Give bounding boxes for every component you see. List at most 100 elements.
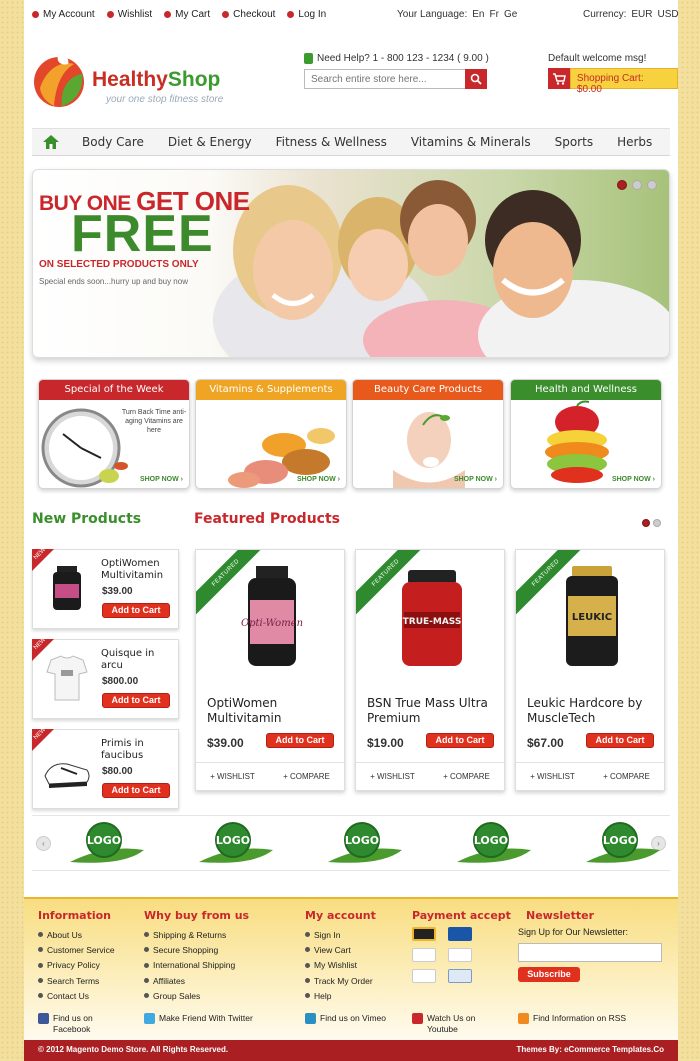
brand-logo[interactable]: LOGO (453, 820, 533, 868)
shop-now-link[interactable]: SHOP NOW › (612, 476, 655, 483)
logo-text[interactable]: HealthyShop (92, 68, 220, 92)
social-vimeo[interactable]: Find us on Vimeo (305, 1013, 386, 1024)
banner-pager (617, 180, 657, 190)
product-name[interactable]: OptiWomen Multivitamin (207, 696, 337, 726)
language-en[interactable]: En (472, 9, 484, 20)
social-rss[interactable]: Find Information on RSS (518, 1013, 626, 1024)
currency-eur[interactable]: EUR (631, 9, 652, 20)
my-account-link[interactable]: My Account (32, 9, 95, 20)
brand-logo[interactable]: LOGO (324, 820, 404, 868)
logo-icon[interactable] (32, 52, 86, 108)
pager-dot[interactable] (647, 180, 657, 190)
footer-link-label: Help (314, 990, 332, 1001)
brand-logo[interactable]: LOGO (195, 820, 275, 868)
my-cart-link[interactable]: My Cart (164, 9, 210, 20)
footer-link[interactable]: Help (305, 988, 376, 1003)
wishlist-link[interactable]: Wishlist (106, 9, 152, 20)
subscribe-button[interactable]: Subscribe (518, 967, 580, 982)
footer-link[interactable]: About Us (38, 927, 115, 942)
new-product-card[interactable]: NEW Primis in faucibus $80.00 Add to Car… (32, 727, 179, 809)
nav-fitness-wellness[interactable]: Fitness & Wellness (264, 135, 399, 149)
add-to-compare-link[interactable]: + COMPARE (283, 772, 330, 781)
footer-link[interactable]: Search Terms (38, 973, 115, 988)
shop-now-link[interactable]: SHOP NOW › (454, 476, 497, 483)
footer-link[interactable]: Customer Service (38, 942, 115, 957)
search-box (304, 69, 487, 89)
home-button[interactable] (32, 128, 70, 156)
pager-dot[interactable] (642, 519, 650, 527)
nav-sports[interactable]: Sports (543, 135, 605, 149)
brand-carousel: ‹ › LOGO LOGO LOGO LOGO LOGO (32, 815, 670, 871)
footer-link[interactable]: Contact Us (38, 988, 115, 1003)
product-name[interactable]: OptiWomen Multivitamin (101, 558, 171, 582)
add-to-cart-button[interactable]: Add to Cart (102, 603, 170, 618)
social-youtube[interactable]: Watch Us on Youtube (412, 1013, 475, 1035)
product-price: $67.00 (527, 736, 564, 750)
footer-link[interactable]: Group Sales (144, 988, 249, 1003)
social-twitter[interactable]: Make Friend With Twitter (144, 1013, 253, 1024)
footer-link[interactable]: Affiliates (144, 973, 249, 988)
footer-link[interactable]: International Shipping (144, 958, 249, 973)
featured-product-card[interactable]: FEATURED Opti-Women OptiWomen Multivitam… (195, 549, 345, 791)
promo-body (353, 400, 503, 488)
pager-dot[interactable] (632, 180, 642, 190)
footer-link-label: Affiliates (153, 975, 185, 986)
footer-link[interactable]: Privacy Policy (38, 958, 115, 973)
product-name[interactable]: BSN True Mass Ultra Premium (367, 696, 497, 726)
add-to-wishlist-link[interactable]: + WISHLIST (210, 772, 255, 781)
my-account-label: My Account (43, 9, 95, 20)
social-label-2: Facebook (53, 1024, 91, 1034)
search-input[interactable] (305, 70, 465, 88)
brand-logo[interactable]: LOGO (66, 820, 146, 868)
nav-diet-energy[interactable]: Diet & Energy (156, 135, 264, 149)
featured-product-card[interactable]: FEATURED LEUKIC Leukic Hardcore by Muscl… (515, 549, 665, 791)
language-ge[interactable]: Ge (504, 9, 517, 20)
credit-link[interactable]: Themes By: eCommerce Templates.Co (517, 1045, 664, 1054)
promo-beauty[interactable]: Beauty Care Products SHOP NOW › (352, 379, 504, 489)
pager-dot[interactable] (653, 519, 661, 527)
footer-link[interactable]: Shipping & Returns (144, 927, 249, 942)
shop-now-link[interactable]: SHOP NOW › (297, 476, 340, 483)
product-name[interactable]: Quisque in arcu (101, 648, 171, 672)
nav-body-care[interactable]: Body Care (70, 135, 156, 149)
footer-link[interactable]: My Wishlist (305, 958, 376, 973)
add-to-wishlist-link[interactable]: + WISHLIST (530, 772, 575, 781)
chevron-right-icon: › (652, 476, 655, 483)
footer-link[interactable]: Sign In (305, 927, 376, 942)
add-to-cart-button[interactable]: Add to Cart (266, 733, 334, 748)
new-product-card[interactable]: NEW OptiWomen Multivitamin $39.00 Add to… (32, 547, 179, 629)
nav-vitamins-minerals[interactable]: Vitamins & Minerals (399, 135, 543, 149)
footer-link[interactable]: Track My Order (305, 973, 376, 988)
add-to-cart-button[interactable]: Add to Cart (586, 733, 654, 748)
carousel-prev-button[interactable]: ‹ (36, 836, 51, 851)
cart-widget[interactable]: Shopping Cart: $0.00 (548, 68, 678, 95)
language-fr[interactable]: Fr (490, 9, 499, 20)
nav-herbs[interactable]: Herbs (605, 135, 664, 149)
hero-banner[interactable]: BUY ONE GET ONE FREE ON SELECTED PRODUCT… (32, 169, 670, 358)
add-to-wishlist-link[interactable]: + WISHLIST (370, 772, 415, 781)
promo-special-week[interactable]: Special of the Week Turn Back Time anti-… (38, 379, 190, 489)
add-to-compare-link[interactable]: + COMPARE (443, 772, 490, 781)
newsletter-email-input[interactable] (518, 943, 662, 962)
new-product-card[interactable]: NEW Quisque in arcu $800.00 Add to Cart (32, 637, 179, 719)
login-link[interactable]: Log In (287, 9, 326, 20)
add-to-cart-button[interactable]: Add to Cart (102, 783, 170, 798)
featured-product-card[interactable]: FEATURED TRUE-MASS BSN True Mass Ultra P… (355, 549, 505, 791)
promo-vitamins[interactable]: Vitamins & Supplements SHOP NOW › (195, 379, 347, 489)
add-to-cart-button[interactable]: Add to Cart (102, 693, 170, 708)
pager-dot[interactable] (617, 180, 627, 190)
add-to-cart-button[interactable]: Add to Cart (426, 733, 494, 748)
add-to-compare-link[interactable]: + COMPARE (603, 772, 650, 781)
currency-usd[interactable]: USD (657, 9, 678, 20)
social-facebook[interactable]: Find us on Facebook (38, 1013, 93, 1035)
product-name[interactable]: Leukic Hardcore by MuscleTech (527, 696, 657, 726)
brand-logo[interactable]: LOGO (582, 820, 662, 868)
product-name[interactable]: Primis in faucibus (101, 738, 171, 762)
tagline: your one stop fitness store (106, 94, 224, 105)
promo-health[interactable]: Health and Wellness SHOP NOW › (510, 379, 662, 489)
shop-now-link[interactable]: SHOP NOW › (140, 476, 183, 483)
checkout-link[interactable]: Checkout (222, 9, 275, 20)
search-button[interactable] (465, 69, 487, 89)
footer-link[interactable]: View Cart (305, 942, 376, 957)
footer-link[interactable]: Secure Shopping (144, 942, 249, 957)
